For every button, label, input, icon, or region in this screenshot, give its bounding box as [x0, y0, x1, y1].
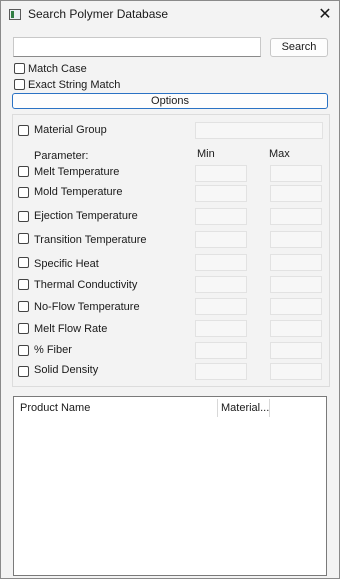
param-label: Melt Flow Rate: [34, 323, 108, 335]
window-title: Search Polymer Database: [28, 7, 169, 21]
transition-temperature-max-field[interactable]: [270, 231, 322, 248]
column-divider[interactable]: [217, 399, 218, 417]
transition-temperature-min-field[interactable]: [195, 231, 247, 248]
results-list[interactable]: Product Name Material...: [13, 396, 327, 576]
param-label: Melt Temperature: [34, 166, 120, 178]
thermal-conductivity-checkbox[interactable]: [18, 279, 29, 290]
title-bar: Search Polymer Database ✕: [1, 1, 339, 29]
mold-temperature-min-field[interactable]: [195, 185, 247, 202]
melt-temperature-checkbox[interactable]: [18, 166, 29, 177]
melt-flow-rate-max-field[interactable]: [270, 320, 322, 337]
ejection-temperature-checkbox[interactable]: [18, 211, 29, 222]
column-header-material[interactable]: Material...: [221, 402, 269, 414]
solid-density-max-field[interactable]: [270, 363, 322, 380]
exact-string-match-label: Exact String Match: [28, 79, 121, 91]
filter-panel: Material Group Parameter: Min Max Melt T…: [12, 114, 330, 387]
match-case-checkbox[interactable]: [14, 63, 25, 74]
parameter-header: Parameter:: [34, 150, 89, 162]
mold-temperature-max-field[interactable]: [270, 185, 322, 202]
thermal-conductivity-min-field[interactable]: [195, 276, 247, 293]
param-label: Solid Density: [34, 364, 99, 376]
param-label: No-Flow Temperature: [34, 301, 140, 313]
fiber-checkbox[interactable]: [18, 345, 29, 356]
solid-density-min-field[interactable]: [195, 363, 247, 380]
column-divider[interactable]: [269, 399, 270, 417]
thermal-conductivity-max-field[interactable]: [270, 276, 322, 293]
search-input[interactable]: [13, 37, 261, 57]
ejection-temperature-max-field[interactable]: [270, 208, 322, 225]
melt-temperature-max-field[interactable]: [270, 165, 322, 182]
no-flow-temperature-checkbox[interactable]: [18, 301, 29, 312]
material-group-label: Material Group: [34, 124, 107, 136]
ejection-temperature-min-field[interactable]: [195, 208, 247, 225]
specific-heat-max-field[interactable]: [270, 254, 322, 271]
max-header: Max: [269, 148, 290, 160]
search-button[interactable]: Search: [270, 38, 328, 57]
mold-temperature-checkbox[interactable]: [18, 187, 29, 198]
melt-flow-rate-min-field[interactable]: [195, 320, 247, 337]
options-button[interactable]: Options: [12, 93, 328, 109]
database-window-icon: [9, 9, 21, 20]
param-label: Transition Temperature: [34, 234, 147, 246]
melt-flow-rate-checkbox[interactable]: [18, 323, 29, 334]
param-label: Ejection Temperature: [34, 210, 138, 222]
param-label: Mold Temperature: [34, 186, 123, 198]
search-polymer-database-window: Search Polymer Database ✕ Search Match C…: [0, 0, 340, 579]
fiber-min-field[interactable]: [195, 342, 247, 359]
solid-density-checkbox[interactable]: [18, 366, 29, 377]
min-header: Min: [197, 148, 215, 160]
no-flow-temperature-min-field[interactable]: [195, 298, 247, 315]
transition-temperature-checkbox[interactable]: [18, 233, 29, 244]
fiber-max-field[interactable]: [270, 342, 322, 359]
melt-temperature-min-field[interactable]: [195, 165, 247, 182]
exact-string-match-checkbox[interactable]: [14, 79, 25, 90]
param-label: Thermal Conductivity: [34, 279, 138, 291]
specific-heat-checkbox[interactable]: [18, 257, 29, 268]
no-flow-temperature-max-field[interactable]: [270, 298, 322, 315]
close-button[interactable]: ✕: [315, 5, 335, 25]
param-label: % Fiber: [34, 344, 72, 356]
param-label: Specific Heat: [34, 258, 99, 270]
material-group-field[interactable]: [195, 122, 323, 139]
column-header-product-name[interactable]: Product Name: [20, 402, 90, 414]
specific-heat-min-field[interactable]: [195, 254, 247, 271]
match-case-label: Match Case: [28, 63, 87, 75]
material-group-checkbox[interactable]: [18, 125, 29, 136]
